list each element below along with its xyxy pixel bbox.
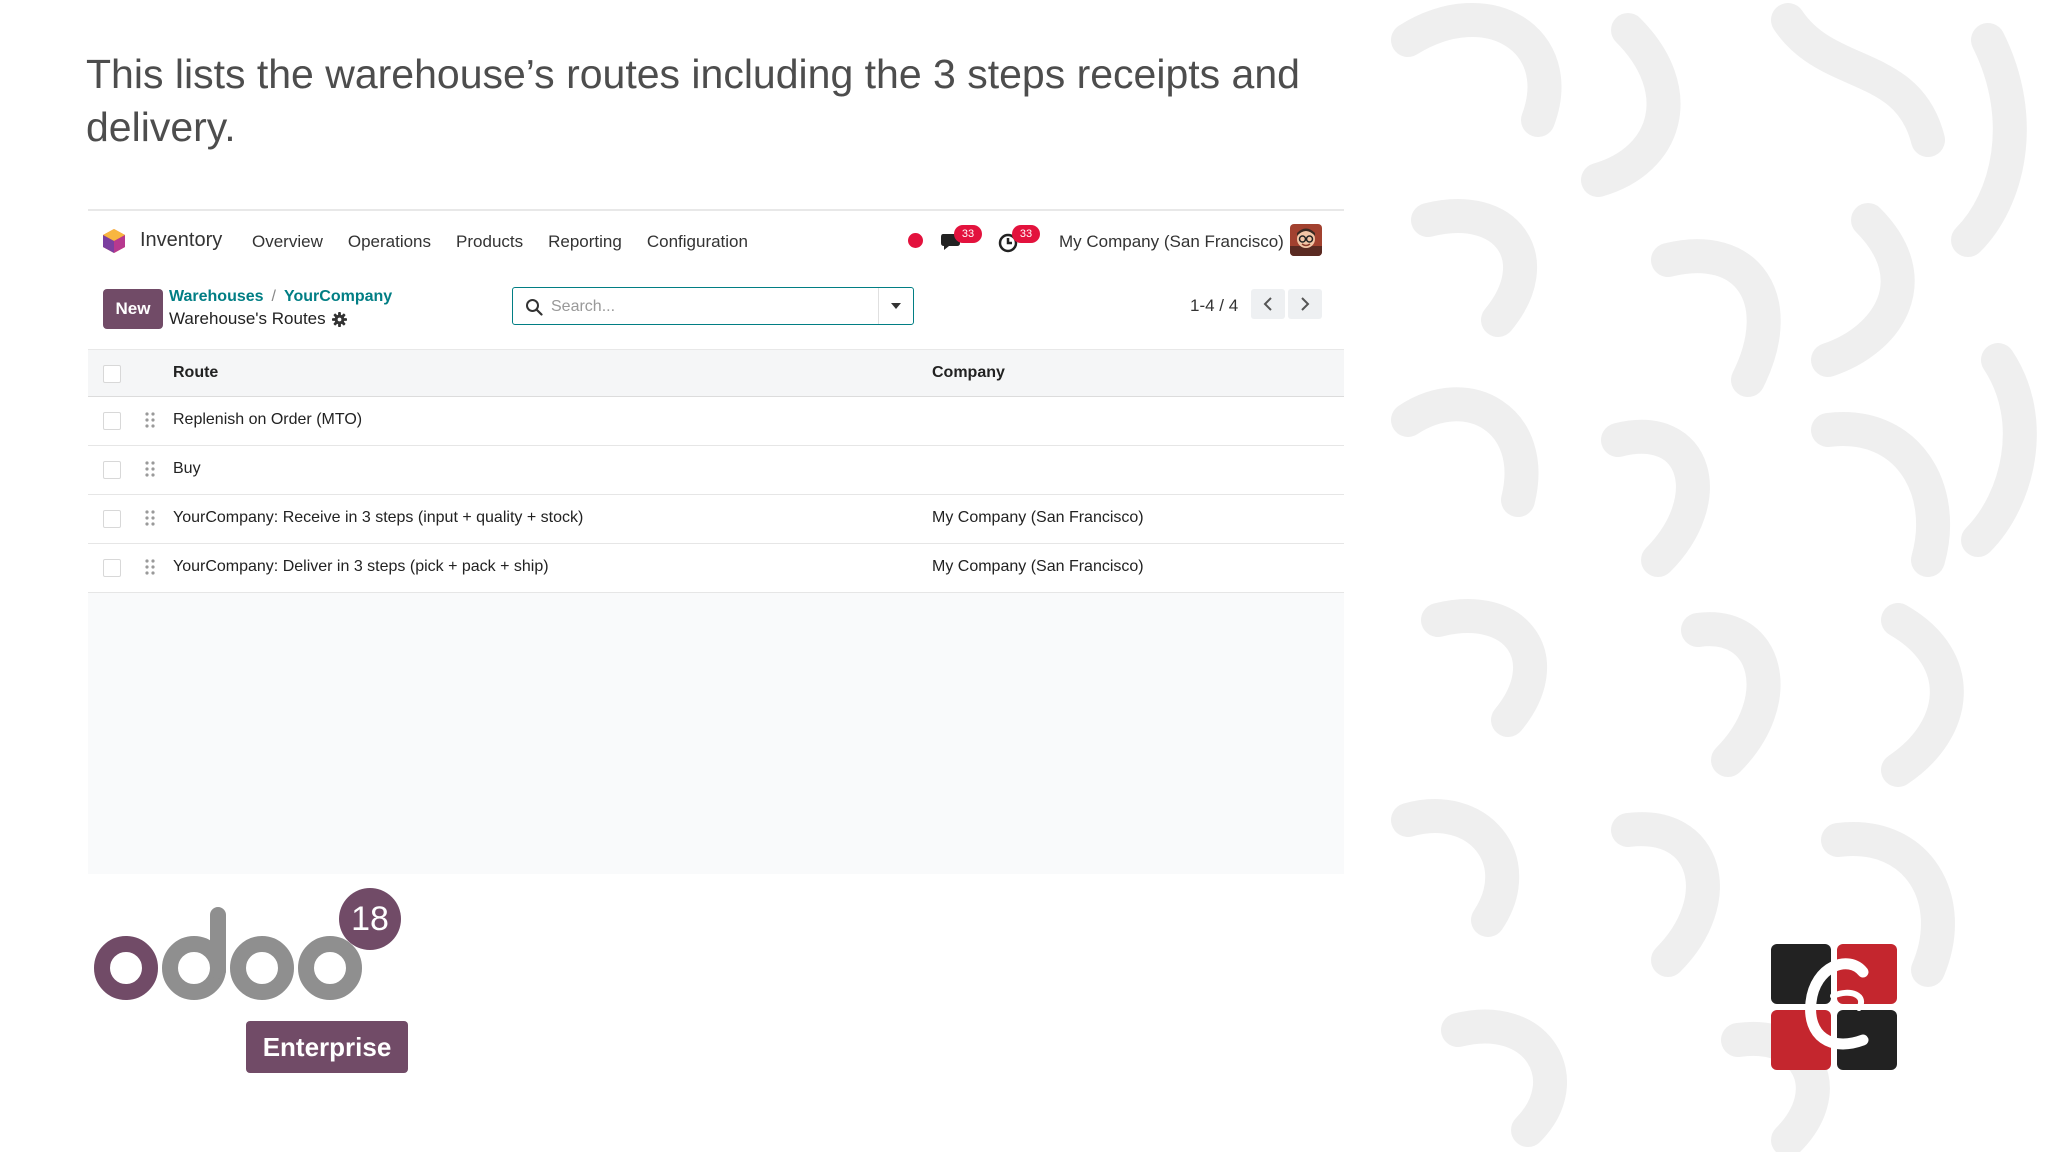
route-cell: YourCompany: Deliver in 3 steps (pick + …: [173, 558, 549, 575]
activities-count-badge: 33: [1012, 225, 1040, 243]
column-header-route[interactable]: Route: [173, 364, 218, 382]
menu-item-operations[interactable]: Operations: [348, 232, 431, 252]
chevron-left-icon: [1263, 297, 1272, 311]
menu-item-overview[interactable]: Overview: [252, 232, 323, 252]
pager-previous-button[interactable]: [1251, 289, 1285, 319]
chevron-right-icon: [1301, 297, 1310, 311]
search-input[interactable]: [549, 294, 873, 320]
enterprise-badge: Enterprise: [246, 1021, 408, 1073]
control-panel: New Warehouses / YourCompany Warehouse's R…: [88, 269, 1344, 349]
search-box: [512, 287, 914, 325]
pager-value[interactable]: 1-4 / 4: [1190, 296, 1238, 316]
app-name[interactable]: Inventory: [140, 229, 222, 252]
breadcrumb-warehouses[interactable]: Warehouses: [169, 288, 264, 305]
top-navbar: Inventory Overview Operations Products R…: [88, 211, 1344, 269]
caret-down-icon: [891, 303, 901, 309]
menu-item-reporting[interactable]: Reporting: [548, 232, 622, 252]
menu-item-configuration[interactable]: Configuration: [647, 232, 748, 252]
row-checkbox[interactable]: [103, 559, 121, 577]
decorative-pattern: [1391, 3, 2037, 1152]
inventory-app-icon[interactable]: [102, 228, 126, 254]
company-cell: My Company (San Francisco): [932, 509, 1144, 526]
table-row[interactable]: YourCompany: Deliver in 3 steps (pick + …: [88, 544, 1344, 593]
current-page-title: Warehouse's Routes: [169, 309, 347, 329]
table-header: Route Company: [88, 349, 1344, 397]
slide-title: This lists the warehouse’s routes includ…: [86, 51, 1300, 150]
row-checkbox[interactable]: [103, 510, 121, 528]
route-cell: Replenish on Order (MTO): [173, 411, 363, 428]
menu-item-products[interactable]: Products: [456, 232, 523, 252]
breadcrumb-yourcompany[interactable]: YourCompany: [284, 288, 392, 305]
main-menu: Overview Operations Products Reporting C…: [252, 232, 748, 252]
drag-handle-icon[interactable]: [144, 411, 156, 429]
drag-handle-icon[interactable]: [144, 558, 156, 576]
version-badge: 18: [339, 888, 401, 950]
drag-handle-icon[interactable]: [144, 460, 156, 478]
table-row[interactable]: Replenish on Order (MTO): [88, 397, 1344, 446]
breadcrumb-separator: /: [271, 288, 276, 305]
route-cell: YourCompany: Receive in 3 steps (input +…: [173, 509, 584, 526]
breadcrumb: Warehouses / YourCompany: [169, 288, 392, 306]
search-icon: [526, 299, 543, 316]
new-button[interactable]: New: [103, 289, 163, 329]
pager-next-button[interactable]: [1288, 289, 1322, 319]
recording-indicator[interactable]: [908, 233, 923, 248]
drag-handle-icon[interactable]: [144, 509, 156, 527]
table-row[interactable]: YourCompany: Receive in 3 steps (input +…: [88, 495, 1344, 544]
page-title: Warehouse's Routes: [169, 309, 326, 328]
route-cell: Buy: [173, 460, 201, 477]
app-window: Inventory Overview Operations Products R…: [88, 209, 1344, 874]
row-checkbox[interactable]: [103, 461, 121, 479]
user-avatar[interactable]: [1290, 224, 1322, 256]
company-cell: My Company (San Francisco): [932, 558, 1144, 575]
search-options-toggle[interactable]: [878, 288, 913, 324]
column-header-company[interactable]: Company: [932, 364, 1005, 382]
routes-list: Route Company Replenish on Order (MTO) B…: [88, 349, 1344, 593]
gear-icon[interactable]: [331, 311, 347, 327]
brand-logo: [1771, 944, 1897, 1070]
select-all-checkbox[interactable]: [103, 365, 121, 383]
messages-count-badge: 33: [954, 225, 982, 243]
table-row[interactable]: Buy: [88, 446, 1344, 495]
company-switcher[interactable]: My Company (San Francisco): [1059, 232, 1284, 252]
row-checkbox[interactable]: [103, 412, 121, 430]
